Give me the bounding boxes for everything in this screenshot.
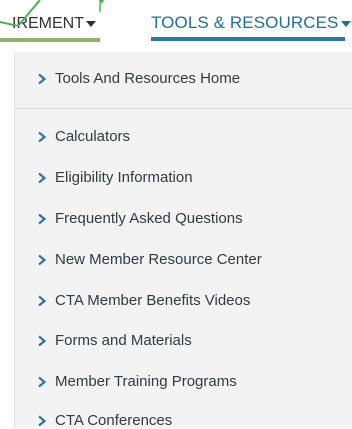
chevron-right-icon bbox=[37, 415, 49, 427]
tab-tools-and-resources[interactable]: TOOLS & RESOURCES bbox=[151, 0, 351, 46]
top-navigation: IREMENT TOOLS & RESOURCES bbox=[0, 0, 352, 46]
caret-down-icon bbox=[340, 20, 351, 27]
chevron-right-icon bbox=[37, 213, 49, 225]
tab-retirement[interactable]: IREMENT bbox=[0, 0, 102, 46]
menu-item-label: New Member Resource Center bbox=[55, 251, 262, 268]
menu-item-label: Calculators bbox=[55, 128, 131, 145]
tab-retirement-label: IREMENT bbox=[12, 15, 84, 32]
menu-item-calculators[interactable]: Calculators bbox=[37, 128, 130, 145]
chevron-right-icon bbox=[37, 131, 49, 143]
tools-resources-dropdown: Tools And Resources Home Calculators Eli… bbox=[14, 52, 352, 429]
menu-divider bbox=[15, 108, 352, 109]
menu-item-label: Member Training Programs bbox=[55, 373, 237, 390]
menu-item-faq[interactable]: Frequently Asked Questions bbox=[37, 210, 243, 227]
tab-tools-label: TOOLS & RESOURCES bbox=[151, 13, 339, 32]
chevron-right-icon bbox=[37, 172, 49, 184]
menu-item-label: Forms and Materials bbox=[55, 332, 192, 349]
tab-retirement-underline bbox=[0, 38, 100, 42]
chevron-right-icon bbox=[37, 376, 49, 388]
menu-item-label: CTA Conferences bbox=[55, 412, 173, 429]
chevron-right-icon bbox=[37, 295, 49, 307]
menu-item-label: Eligibility Information bbox=[55, 169, 193, 186]
menu-item-forms-and-materials[interactable]: Forms and Materials bbox=[37, 332, 192, 349]
chevron-right-icon bbox=[37, 254, 49, 266]
menu-item-eligibility-information[interactable]: Eligibility Information bbox=[37, 169, 193, 186]
chevron-right-icon bbox=[37, 335, 49, 347]
tab-retirement-label-wrap: IREMENT bbox=[12, 15, 96, 33]
menu-item-label: CTA Member Benefits Videos bbox=[55, 292, 251, 309]
menu-item-label: Frequently Asked Questions bbox=[55, 210, 243, 227]
menu-item-member-training-programs[interactable]: Member Training Programs bbox=[37, 373, 237, 390]
menu-item-cta-conferences[interactable]: CTA Conferences bbox=[37, 412, 172, 429]
caret-down-icon bbox=[86, 20, 96, 27]
tab-tools-underline bbox=[151, 37, 345, 41]
chevron-right-icon bbox=[37, 73, 49, 85]
menu-item-tools-home[interactable]: Tools And Resources Home bbox=[37, 70, 240, 87]
menu-item-new-member-resource-center[interactable]: New Member Resource Center bbox=[37, 251, 262, 268]
tab-tools-label-wrap: TOOLS & RESOURCES bbox=[151, 13, 351, 33]
menu-item-label: Tools And Resources Home bbox=[55, 70, 241, 87]
menu-item-member-benefits-videos[interactable]: CTA Member Benefits Videos bbox=[37, 292, 250, 309]
